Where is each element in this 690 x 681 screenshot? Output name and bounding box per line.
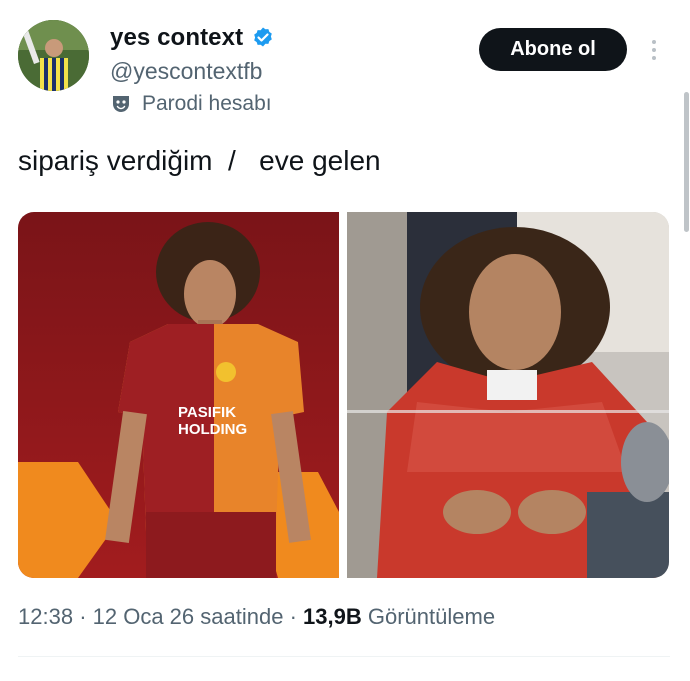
scrollbar[interactable] (684, 92, 689, 232)
tweet-time[interactable]: 12:38 (18, 604, 73, 630)
meta-separator-2: · (289, 604, 297, 629)
more-vertical-icon[interactable] (648, 38, 660, 62)
views-label: Görüntüleme (367, 604, 496, 629)
media-image-right[interactable] (347, 212, 669, 578)
name-row: yes context (110, 24, 275, 52)
tweet-date[interactable]: 12 Oca 26 saatinde (93, 604, 284, 630)
views-count: 13,9B (303, 604, 362, 629)
sponsor-text-line2: HOLDING (178, 421, 247, 438)
tweet-page: yes context @yescontextfb Parodi hesabı … (0, 0, 690, 681)
tweet-media[interactable]: PASIFIK HOLDING (18, 212, 669, 578)
tweet-meta-row: 12:38 · 12 Oca 26 saatinde · 13,9B Görün… (18, 604, 495, 630)
user-handle[interactable]: @yescontextfb (110, 58, 262, 85)
avatar[interactable] (18, 20, 89, 91)
meta-separator: · (79, 604, 87, 629)
tweet-text: sipariş verdiğim / eve gelen (18, 145, 381, 176)
sponsor-text-line1: PASIFIK (178, 404, 236, 421)
parody-label: Parodi hesabı (142, 92, 272, 115)
display-name[interactable]: yes context (110, 24, 243, 52)
parody-label-row: Parodi hesabı (110, 92, 272, 116)
divider (18, 656, 670, 657)
media-image-left[interactable]: PASIFIK HOLDING (18, 212, 339, 578)
follow-button[interactable]: Abone ol (479, 28, 627, 71)
verified-badge-icon (251, 26, 275, 50)
theater-mask-icon (110, 93, 132, 115)
